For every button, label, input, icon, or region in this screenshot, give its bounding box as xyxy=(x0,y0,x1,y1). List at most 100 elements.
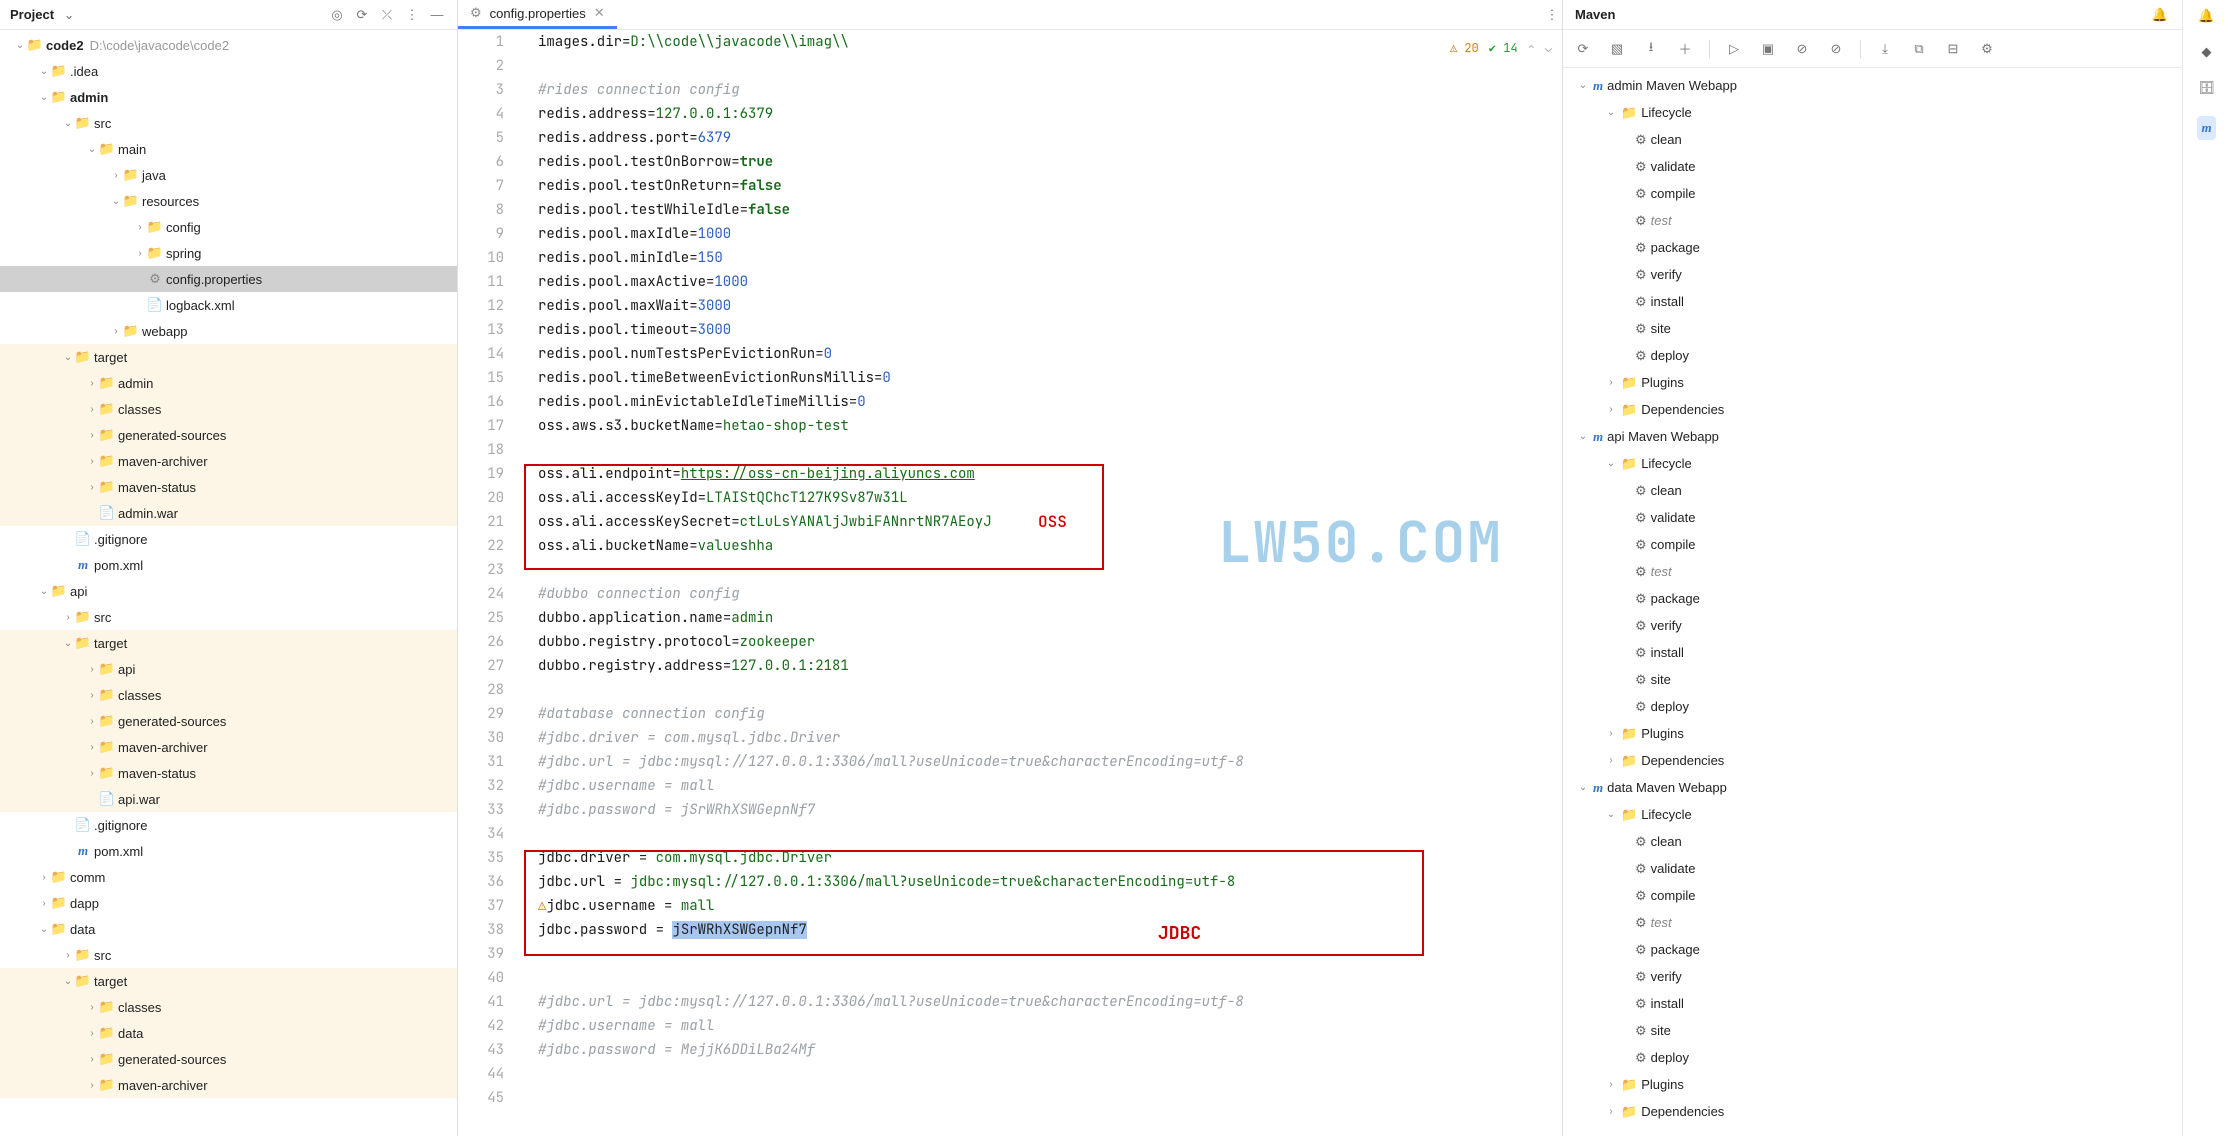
code-line[interactable]: ⚠jdbc.username = mall xyxy=(538,894,1562,918)
code-line[interactable]: oss.ali.endpoint=https://oss-cn-beijing.… xyxy=(538,462,1562,486)
tab-config-properties[interactable]: ⚙ config.properties ✕ xyxy=(458,0,617,29)
editor-body[interactable]: ⚠ 20 ✔ 14 ⌃ ⌄ 12345678910111213141516171… xyxy=(458,30,1562,1136)
database-icon[interactable]: 🗄 xyxy=(2198,80,2215,96)
check-badge[interactable]: ✔ 14 xyxy=(1489,36,1518,60)
maven-goal-verify[interactable]: ⚙ verify xyxy=(1563,261,2182,288)
tree-item-maven-archiver[interactable]: ›📁maven-archiver xyxy=(0,448,457,474)
maven-goal-site[interactable]: ⚙ site xyxy=(1563,1017,2182,1044)
code-line[interactable]: jdbc.driver = com.mysql.jdbc.Driver xyxy=(538,846,1562,870)
code-line[interactable]: redis.pool.testWhileIdle=false xyxy=(538,198,1562,222)
tree-item--gitignore[interactable]: 📄.gitignore xyxy=(0,526,457,552)
maven-goal-install[interactable]: ⚙ install xyxy=(1563,288,2182,315)
tree-item-target[interactable]: ⌄📁target xyxy=(0,968,457,994)
chevron-down-icon[interactable]: ⌄ xyxy=(59,5,79,25)
maven-goal-site[interactable]: ⚙ site xyxy=(1563,666,2182,693)
code-line[interactable]: images.dir=D:\\code\\javacode\\imag\\ xyxy=(538,30,1562,54)
maven-goal-clean[interactable]: ⚙ clean xyxy=(1563,477,2182,504)
tree-item-src[interactable]: ›📁src xyxy=(0,942,457,968)
maven-dependencies[interactable]: ›📁 Dependencies xyxy=(1563,1098,2182,1125)
code-line[interactable]: dubbo.registry.protocol=zookeeper xyxy=(538,630,1562,654)
tree-item-maven-status[interactable]: ›📁maven-status xyxy=(0,474,457,500)
code-line[interactable]: dubbo.registry.address=127.0.0.1:2181 xyxy=(538,654,1562,678)
maven-goal-verify[interactable]: ⚙ verify xyxy=(1563,963,2182,990)
refresh-icon[interactable]: ⟳ xyxy=(352,5,372,25)
code-line[interactable]: redis.pool.timeBetweenEvictionRunsMillis… xyxy=(538,366,1562,390)
maven-plugins[interactable]: ›📁 Plugins xyxy=(1563,369,2182,396)
tree-item-data[interactable]: ⌄📁data xyxy=(0,916,457,942)
more-icon[interactable]: ⋮ xyxy=(402,5,422,25)
tree-item-webapp[interactable]: ›📁webapp xyxy=(0,318,457,344)
tree-item-maven-status[interactable]: ›📁maven-status xyxy=(0,760,457,786)
maven-goal-package[interactable]: ⚙ package xyxy=(1563,585,2182,612)
generate-icon[interactable]: ▧ xyxy=(1607,39,1627,59)
code-line[interactable] xyxy=(538,1086,1562,1110)
code-line[interactable]: jdbc.password = jSrWRhXSWGepnNf7 xyxy=(538,918,1562,942)
reload-icon[interactable]: ⟳ xyxy=(1573,39,1593,59)
maven-goal-test[interactable]: ⚙ test xyxy=(1563,909,2182,936)
maven-plugins[interactable]: ›📁 Plugins xyxy=(1563,720,2182,747)
code-line[interactable]: #jdbc.password = MejjK6DDiLBa24Mf xyxy=(538,1038,1562,1062)
maven-goal-test[interactable]: ⚙ test xyxy=(1563,558,2182,585)
maven-goal-clean[interactable]: ⚙ clean xyxy=(1563,126,2182,153)
minimize-icon[interactable]: — xyxy=(427,5,447,25)
tree-item-pom-xml[interactable]: mpom.xml xyxy=(0,838,457,864)
maven-goal-deploy[interactable]: ⚙ deploy xyxy=(1563,693,2182,720)
code-line[interactable] xyxy=(538,1062,1562,1086)
code-line[interactable]: #jdbc.url = jdbc:mysql://127.0.0.1:3306/… xyxy=(538,750,1562,774)
tree-item-comm[interactable]: ›📁comm xyxy=(0,864,457,890)
maven-goal-compile[interactable]: ⚙ compile xyxy=(1563,180,2182,207)
maven-goal-test[interactable]: ⚙ test xyxy=(1563,207,2182,234)
tree-item--idea[interactable]: ⌄📁.idea xyxy=(0,58,457,84)
maven-icon[interactable]: m xyxy=(2197,116,2215,140)
maven-goal-validate[interactable]: ⚙ validate xyxy=(1563,855,2182,882)
tree-item-generated-sources[interactable]: ›📁generated-sources xyxy=(0,1046,457,1072)
code-line[interactable] xyxy=(538,438,1562,462)
tree-root[interactable]: ⌄📁code2D:\code\javacode\code2 xyxy=(0,32,457,58)
code-line[interactable]: redis.pool.maxWait=3000 xyxy=(538,294,1562,318)
code-line[interactable]: redis.pool.testOnBorrow=true xyxy=(538,150,1562,174)
maven-lifecycle[interactable]: ⌄📁 Lifecycle xyxy=(1563,99,2182,126)
tree-item-api[interactable]: ›📁api xyxy=(0,656,457,682)
settings-icon[interactable]: ⚙ xyxy=(1977,39,1997,59)
collapse-icon[interactable]: ⤫ xyxy=(377,5,397,25)
maven-tree[interactable]: ⌄m admin Maven Webapp⌄📁 Lifecycle⚙ clean… xyxy=(1563,68,2182,1136)
code-line[interactable] xyxy=(538,678,1562,702)
warning-badge[interactable]: ⚠ 20 xyxy=(1450,36,1479,60)
tree-item-src[interactable]: ›📁src xyxy=(0,604,457,630)
code-line[interactable]: redis.pool.testOnReturn=false xyxy=(538,174,1562,198)
nav-up-icon[interactable]: ⌃ xyxy=(1528,36,1535,60)
code-line[interactable] xyxy=(538,822,1562,846)
offline-icon[interactable]: ⤓ xyxy=(1875,39,1895,59)
code-line[interactable]: #dubbo connection config xyxy=(538,582,1562,606)
nav-down-icon[interactable]: ⌄ xyxy=(1545,36,1552,60)
maven-goal-validate[interactable]: ⚙ validate xyxy=(1563,504,2182,531)
tree-item-classes[interactable]: ›📁classes xyxy=(0,396,457,422)
tree-item-resources[interactable]: ⌄📁resources xyxy=(0,188,457,214)
tree-item-dapp[interactable]: ›📁dapp xyxy=(0,890,457,916)
tree-item-admin[interactable]: ⌄📁admin xyxy=(0,84,457,110)
maven-module[interactable]: ⌄m admin Maven Webapp xyxy=(1563,72,2182,99)
tree-item-api[interactable]: ⌄📁api xyxy=(0,578,457,604)
code-line[interactable]: jdbc.url = jdbc:mysql://127.0.0.1:3306/m… xyxy=(538,870,1562,894)
add-icon[interactable]: ＋ xyxy=(1675,39,1695,59)
inspection-widget[interactable]: ⚠ 20 ✔ 14 ⌃ ⌄ xyxy=(1450,36,1552,60)
tree-item-target[interactable]: ⌄📁target xyxy=(0,630,457,656)
tree-item-main[interactable]: ⌄📁main xyxy=(0,136,457,162)
code-line[interactable] xyxy=(538,54,1562,78)
maven-goal-site[interactable]: ⚙ site xyxy=(1563,315,2182,342)
code-line[interactable]: #jdbc.driver = com.mysql.jdbc.Driver xyxy=(538,726,1562,750)
tree-item-generated-sources[interactable]: ›📁generated-sources xyxy=(0,422,457,448)
code-line[interactable]: redis.pool.maxActive=1000 xyxy=(538,270,1562,294)
maven-dependencies[interactable]: ›📁 Dependencies xyxy=(1563,747,2182,774)
tree-item-classes[interactable]: ›📁classes xyxy=(0,994,457,1020)
maven-goal-compile[interactable]: ⚙ compile xyxy=(1563,882,2182,909)
maven-goal-compile[interactable]: ⚙ compile xyxy=(1563,531,2182,558)
tree-item-maven-archiver[interactable]: ›📁maven-archiver xyxy=(0,734,457,760)
tree-item-admin[interactable]: ›📁admin xyxy=(0,370,457,396)
code-line[interactable]: #jdbc.url = jdbc:mysql://127.0.0.1:3306/… xyxy=(538,990,1562,1014)
code-line[interactable]: redis.address=127.0.0.1:6379 xyxy=(538,102,1562,126)
code-line[interactable]: redis.pool.maxIdle=1000 xyxy=(538,222,1562,246)
run-icon[interactable]: ▷ xyxy=(1724,39,1744,59)
tree-item-config-properties[interactable]: ⚙config.properties xyxy=(0,266,457,292)
dependency-icon[interactable]: ⧉ xyxy=(1909,39,1929,59)
